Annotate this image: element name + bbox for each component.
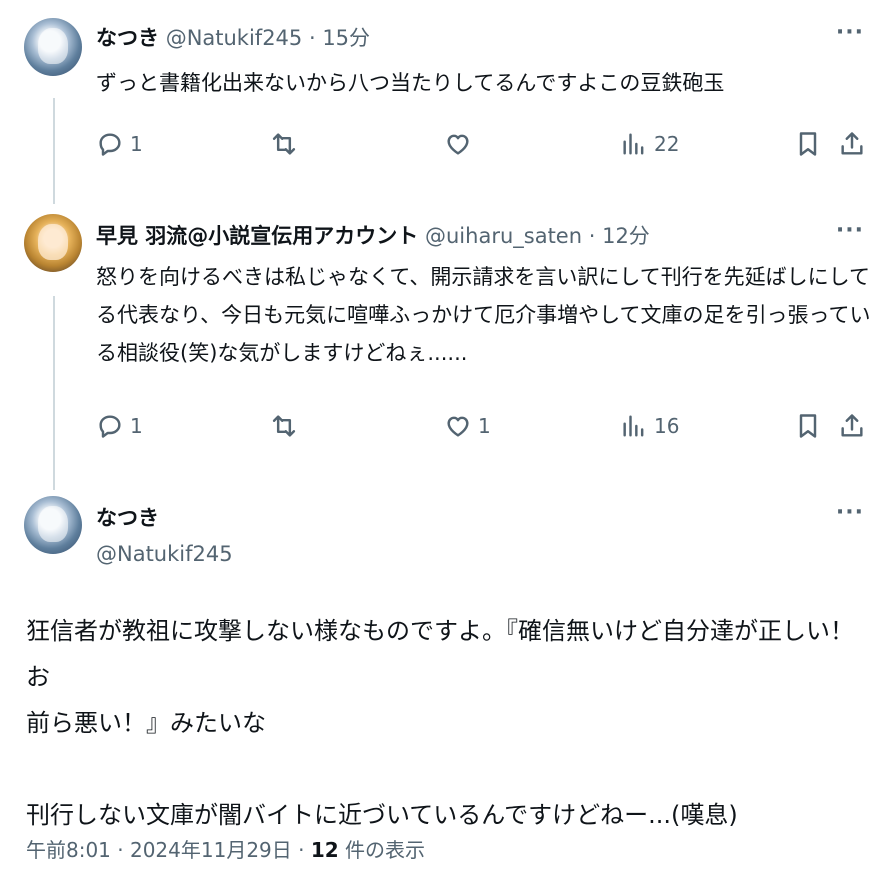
main-tweet-handle: @Natukif245 (96, 542, 233, 566)
reply-count: 1 (130, 132, 143, 156)
reply-button[interactable]: 1 (96, 130, 143, 158)
tweet-actions: 1 22 (96, 130, 866, 166)
main-tweet-text: 狂信者が教祖に攻撃しない様なものですよ。『確信無いけど自分達が正しい！お 前ら悪… (26, 608, 876, 838)
main-tweet-name: なつき (96, 502, 159, 532)
view-count: 22 (654, 132, 680, 156)
more-icon[interactable]: ··· (836, 20, 864, 45)
retweet-icon (272, 415, 296, 437)
like-count: 1 (478, 414, 491, 438)
user-handle[interactable]: @uiharu_saten (425, 224, 582, 248)
bookmark-icon (799, 132, 817, 156)
tweet-header: なつき @Natukif245 · 15分 (96, 22, 370, 52)
thread-line (53, 98, 55, 204)
tweet-text-line: 狂信者が教祖に攻撃しない様なものですよ。『確信無いけど自分達が正しい！お (26, 617, 854, 691)
user-handle[interactable]: @Natukif245 (166, 26, 303, 50)
bookmark-icon (799, 414, 817, 438)
retweet-icon (272, 133, 296, 155)
tweet-text-line (26, 746, 876, 792)
reply-icon (99, 415, 121, 438)
tweet-actions: 1 1 16 (96, 412, 866, 448)
tweet-header: 早見 羽流@小説宣伝用アカウント @uiharu_saten · 12分 (96, 220, 650, 250)
tweet-text-line: る相談役(笑)な気がしますけどねぇ...... (96, 341, 468, 365)
views-label: 件の表示 (338, 838, 426, 862)
tweet-text-line: 前ら悪い！』みたいな (26, 709, 266, 737)
view-count: 12 (310, 838, 339, 862)
display-name[interactable]: なつき (96, 506, 159, 530)
tweet-text: 怒りを向けるべきは私じゃなくて、開示請求を言い訳にして刊行を先延ばしにして る代… (96, 258, 870, 372)
tweet-text-line: る代表なり、今日も元気に喧嘩ふっかけて厄介事増やして文庫の足を引っ張ってい (96, 303, 871, 327)
user-handle[interactable]: @Natukif245 (96, 542, 233, 566)
retweet-button[interactable] (270, 130, 298, 158)
timestamp[interactable]: · 12分 (589, 224, 650, 248)
like-button[interactable] (444, 130, 472, 158)
reply-icon (99, 133, 121, 156)
reply-count: 1 (130, 414, 143, 438)
bookmark-button[interactable] (794, 130, 822, 158)
reply-button[interactable]: 1 (96, 412, 143, 440)
tweet-timestamp[interactable]: 午前8:01 · 2024年11月29日 · (26, 838, 311, 862)
like-icon (447, 416, 469, 437)
more-icon[interactable]: ··· (836, 218, 864, 243)
more-icon[interactable]: ··· (836, 500, 864, 525)
tweet-meta: 午前8:01 · 2024年11月29日 · 12 件の表示 (26, 834, 425, 863)
tweet-text: ずっと書籍化出来ないから八つ当たりしてるんですよこの豆鉄砲玉 (96, 71, 725, 95)
share-icon (841, 132, 863, 155)
avatar[interactable] (24, 214, 82, 272)
tweet-text-line: 怒りを向けるべきは私じゃなくて、開示請求を言い訳にして刊行を先延ばしにして (96, 265, 871, 289)
retweet-button[interactable] (270, 412, 298, 440)
share-icon (841, 414, 863, 437)
views-button[interactable]: 22 (620, 130, 679, 158)
like-icon (447, 134, 469, 155)
like-button[interactable]: 1 (444, 412, 491, 440)
timestamp[interactable]: · 15分 (309, 26, 370, 50)
display-name[interactable]: なつき (96, 26, 159, 50)
share-button[interactable] (838, 412, 866, 440)
share-button[interactable] (838, 130, 866, 158)
views-button[interactable]: 16 (620, 412, 679, 440)
tweet-text-line: 刊行しない文庫が闇バイトに近づいているんですけどねー...(嘆息) (26, 801, 738, 829)
view-count: 16 (654, 414, 680, 438)
thread-line (53, 296, 55, 490)
display-name[interactable]: 早見 羽流@小説宣伝用アカウント (96, 224, 418, 248)
views-icon (623, 133, 644, 155)
avatar[interactable] (24, 496, 82, 554)
avatar[interactable] (24, 18, 82, 76)
bookmark-button[interactable] (794, 412, 822, 440)
views-icon (623, 415, 644, 437)
